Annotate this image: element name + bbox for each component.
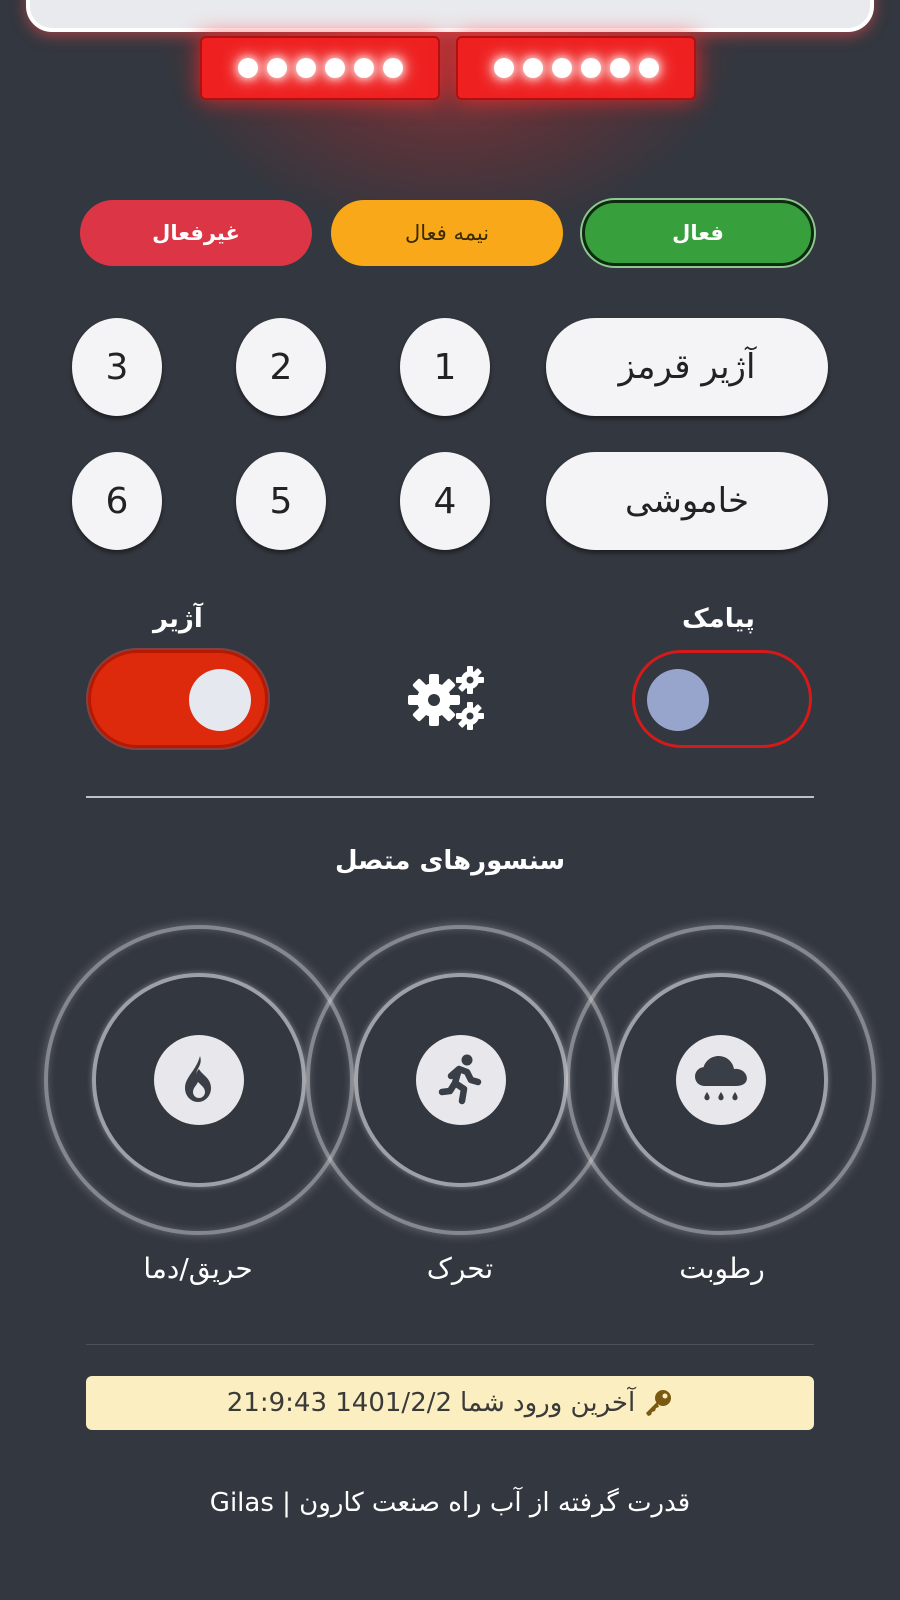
zone-3-button[interactable]: 3 (72, 318, 162, 416)
last-login-value: 1401/2/2 21:9:43 (226, 1388, 453, 1418)
zone-4-button[interactable]: 4 (400, 452, 490, 550)
toggle-knob (189, 669, 251, 731)
toggle-knob (647, 669, 709, 731)
last-login-bar: آخرین ورود شما 1401/2/2 21:9:43 (86, 1376, 814, 1430)
zone-6-button[interactable]: 6 (72, 452, 162, 550)
silent-button[interactable]: خاموشی (546, 452, 828, 550)
sms-toggle-label: پیامک (682, 604, 755, 634)
led (295, 58, 316, 78)
zone-1-button[interactable]: 1 (400, 318, 490, 416)
red-siren-button[interactable]: آژیر قرمز (546, 318, 828, 416)
led (237, 58, 258, 78)
led (382, 58, 403, 78)
key-icon (646, 1390, 672, 1416)
zone-5-button[interactable]: 5 (236, 452, 326, 550)
led (324, 58, 345, 78)
divider (86, 1344, 814, 1345)
zone-2-button[interactable]: 2 (236, 318, 326, 416)
alarm-light-bar-left (200, 36, 440, 100)
sensor-humidity-label: رطوبت (679, 1252, 765, 1285)
led (353, 58, 374, 78)
sensors-title: سنسورهای متصل (334, 846, 566, 876)
siren-toggle[interactable] (88, 650, 268, 748)
led (493, 58, 514, 78)
led (580, 58, 601, 78)
mode-active-button[interactable]: فعال (582, 200, 814, 266)
running-person-icon (416, 1035, 506, 1125)
sensor-motion-label: تحرک (426, 1252, 494, 1285)
led (522, 58, 543, 78)
sensor-fire[interactable] (44, 925, 354, 1235)
alarm-light-bar-right (456, 36, 696, 100)
divider (86, 796, 814, 798)
led (638, 58, 659, 78)
siren-toggle-label: آژیر (153, 604, 203, 634)
led (551, 58, 572, 78)
flame-icon (154, 1035, 244, 1125)
settings-gears-icon[interactable] (408, 664, 488, 734)
footer-credit: قدرت گرفته از آب راه صنعت کارون | Gilas (209, 1488, 691, 1518)
sensor-fire-label: حریق/دما (143, 1252, 253, 1285)
mode-semi-active-button[interactable]: نیمه فعال (331, 200, 563, 266)
led (266, 58, 287, 78)
cloud-rain-icon (676, 1035, 766, 1125)
top-panel (26, 0, 874, 32)
mode-inactive-button[interactable]: غیرفعال (80, 200, 312, 266)
last-login-label: آخرین ورود شما (460, 1388, 636, 1418)
led (609, 58, 630, 78)
sms-toggle[interactable] (632, 650, 812, 748)
